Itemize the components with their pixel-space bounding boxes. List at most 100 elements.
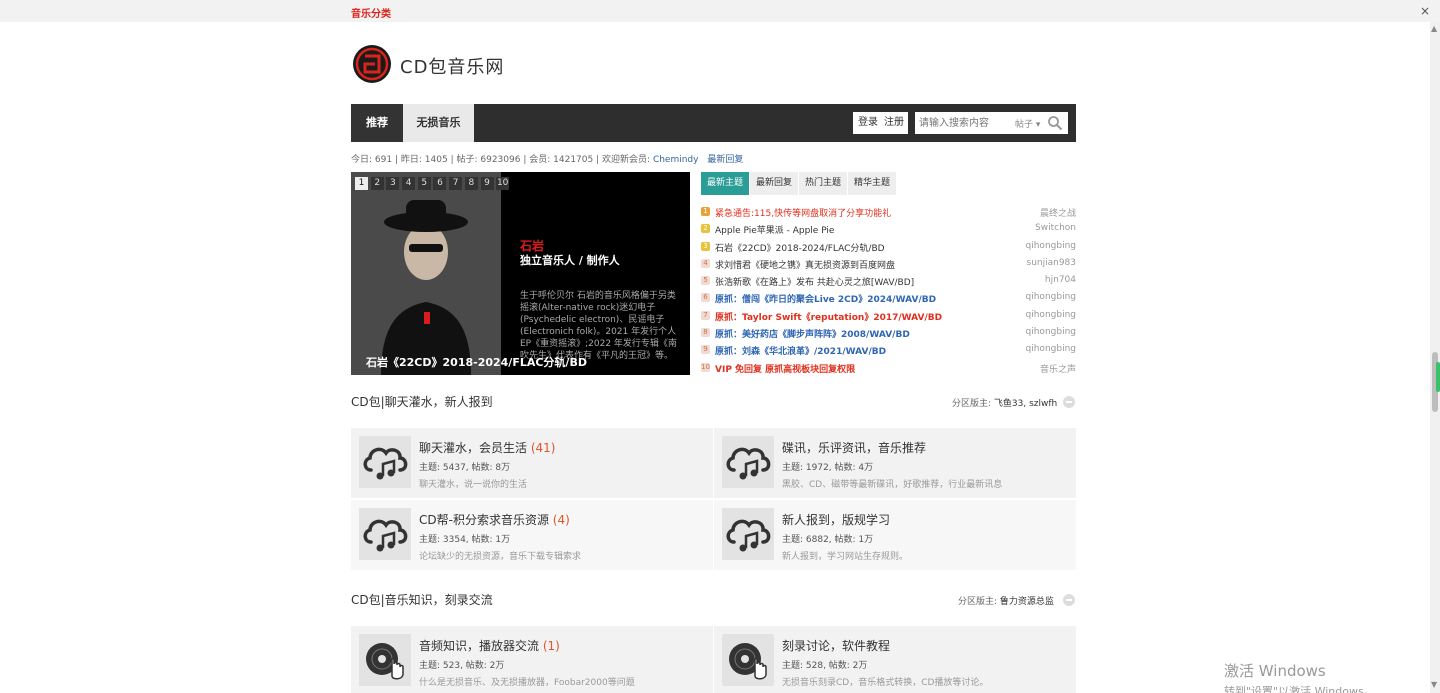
tab-recommend[interactable]: 推荐 [351, 104, 403, 142]
search-type-select[interactable]: 帖子 ▾ [1015, 117, 1040, 130]
thread-title[interactable]: 石岩《22CD》2018-2024/FLAC分轨/BD [715, 241, 885, 254]
tab-latest-replies[interactable]: 最新回复 [750, 172, 799, 195]
music-category-link[interactable]: 音乐分类 [351, 5, 391, 20]
thread-author[interactable]: hjn704 [1045, 275, 1076, 285]
thread-item[interactable]: 4 求刘惜君《硬地之镌》真无损资源到百度网盘 sunjian983 [701, 257, 1076, 274]
disc-hand-icon[interactable] [359, 634, 411, 686]
forum-title[interactable]: 聊天灌水，会员生活 [419, 441, 527, 455]
forum-board[interactable]: CD帮-积分索求音乐资源 (4) 主题: 3354, 帖数: 1万 论坛缺少的无损资… [351, 500, 713, 570]
tab-lossless-music[interactable]: 无损音乐 [403, 104, 474, 142]
thread-author[interactable]: 晨终之战 [1040, 206, 1076, 219]
forum-title[interactable]: 刻录讨论，软件教程 [782, 639, 890, 653]
cloud-music-icon[interactable] [722, 508, 774, 560]
thread-author[interactable]: qihongbing [1026, 310, 1076, 320]
thread-author[interactable]: Switchon [1035, 223, 1076, 233]
thread-author[interactable]: qihongbing [1026, 292, 1076, 302]
thread-author[interactable]: qihongbing [1026, 327, 1076, 337]
site-logo[interactable] [352, 44, 392, 84]
thread-author[interactable]: qihongbing [1026, 241, 1076, 251]
cloud-music-icon[interactable] [722, 436, 774, 488]
thread-title[interactable]: 原抓：僧闯《昨日的聚会Live 2CD》2024/WAV/BD [715, 292, 936, 305]
forum-board[interactable]: 刻录讨论，软件教程 主题: 528, 帖数: 2万 无损音乐刻录CD，音乐格式转换… [714, 626, 1076, 693]
members-count: 1421705 [553, 155, 594, 165]
forum-name[interactable]: 聊天灌水，会员生活 (41) [419, 439, 555, 456]
featured-slider[interactable]: 1 2 3 4 5 6 7 8 9 10 石岩 独立音乐人 / 制作人 生于呼伦… [351, 172, 690, 375]
thread-title[interactable]: 紧急通告:115,快传等网盘取消了分享功能礼 [715, 206, 891, 219]
thread-title[interactable]: 求刘惜君《硬地之镌》真无损资源到百度网盘 [715, 258, 895, 271]
forum-name[interactable]: 音频知识，播放器交流 (1) [419, 637, 560, 654]
thread-author[interactable]: 音乐之声 [1040, 362, 1076, 375]
thread-title[interactable]: 原抓：刘森《华北浪革》/2021/WAV/BD [715, 344, 886, 357]
slider-page-8[interactable]: 8 [464, 177, 478, 190]
login-link[interactable]: 登录 [858, 112, 878, 134]
thread-title[interactable]: Apple Pie苹果派 - Apple Pie [715, 223, 834, 236]
search-input[interactable] [915, 112, 1013, 134]
slider-page-4[interactable]: 4 [402, 177, 416, 190]
collapse-icon[interactable] [1063, 396, 1075, 408]
thread-item[interactable]: 3 石岩《22CD》2018-2024/FLAC分轨/BD qihongbing [701, 240, 1076, 257]
scroll-up-icon[interactable]: ▲ [1431, 24, 1437, 33]
disc-hand-icon[interactable] [722, 634, 774, 686]
forum-title[interactable]: 碟讯，乐评资讯，音乐推荐 [782, 441, 926, 455]
new-member-link[interactable]: Chemindy [653, 155, 699, 165]
slider-page-6[interactable]: 6 [433, 177, 447, 190]
cloud-music-icon[interactable] [359, 508, 411, 560]
thread-item[interactable]: 10 VIP 免回复 原抓高视板块回复权限 音乐之声 [701, 361, 1076, 378]
section-title-chat[interactable]: CD包|聊天灌水，新人报到 [351, 393, 493, 410]
tab-digest-threads[interactable]: 精华主题 [848, 172, 897, 195]
thread-item[interactable]: 7 原抓：Taylor Swift《reputation》2017/WAV/BD q… [701, 309, 1076, 326]
section-title-knowledge[interactable]: CD包|音乐知识，刻录交流 [351, 591, 493, 608]
moderator-names[interactable]: 鲁力资源总监 [1000, 597, 1054, 607]
scroll-down-icon[interactable]: ▼ [1431, 680, 1437, 689]
artist-photo [351, 172, 501, 375]
forum-board[interactable]: 碟讯，乐评资讯，音乐推荐 主题: 1972, 帖数: 4万 黑胶、CD、磁带等最新… [714, 428, 1076, 498]
thread-author[interactable]: sunjian983 [1027, 258, 1077, 268]
new-post-count: (41) [530, 441, 556, 455]
tab-hot-threads[interactable]: 热门主题 [799, 172, 848, 195]
moderator-label: 分区版主: [958, 597, 1000, 607]
thread-rank-badge: 8 [701, 328, 710, 338]
thread-title[interactable]: 原抓：Taylor Swift《reputation》2017/WAV/BD [715, 310, 942, 323]
thread-item[interactable]: 2 Apple Pie苹果派 - Apple Pie Switchon [701, 222, 1076, 239]
slider-caption[interactable]: 石岩《22CD》2018-2024/FLAC分轨/BD [366, 354, 587, 370]
forum-name[interactable]: 新人报到，版规学习 [782, 511, 890, 528]
forum-board[interactable]: 音频知识，播放器交流 (1) 主题: 523, 帖数: 2万 什么是无损音乐、及无损… [351, 626, 713, 693]
slider-page-5[interactable]: 5 [417, 177, 431, 190]
thread-rank-badge: 9 [701, 345, 710, 355]
forum-title[interactable]: CD帮-积分索求音乐资源 [419, 513, 549, 527]
forum-title[interactable]: 音频知识，播放器交流 [419, 639, 539, 653]
moderator-names[interactable]: 飞鱼33, szlwfh [994, 399, 1057, 409]
latest-reply-link[interactable]: 最新回复 [707, 155, 743, 165]
thread-item[interactable]: 6 原抓：僧闯《昨日的聚会Live 2CD》2024/WAV/BD qihongbi… [701, 291, 1076, 308]
thread-author[interactable]: qihongbing [1026, 344, 1076, 354]
page-scrollbar[interactable]: ▲ ▼ [1430, 22, 1440, 693]
slider-page-7[interactable]: 7 [449, 177, 463, 190]
forum-board[interactable]: 聊天灌水，会员生活 (41) 主题: 5437, 帖数: 8万 聊天灌水，说一说你的… [351, 428, 713, 498]
slider-page-9[interactable]: 9 [480, 177, 494, 190]
slider-page-3[interactable]: 3 [386, 177, 400, 190]
search-icon[interactable] [1047, 115, 1063, 131]
thread-item[interactable]: 5 张浩新歌《在路上》发布 共赴心灵之旅[WAV/BD] hjn704 [701, 274, 1076, 291]
thread-rank-badge: 1 [701, 207, 710, 216]
slider-page-1[interactable]: 1 [355, 177, 368, 190]
thread-panel: 最新主题 最新回复 热门主题 精华主题 1 紧急通告:115,快传等网盘取消了分享… [701, 172, 1076, 377]
slider-page-10[interactable]: 10 [496, 177, 510, 190]
thread-title[interactable]: VIP 免回复 原抓高视板块回复权限 [715, 362, 855, 375]
cloud-music-icon[interactable] [359, 436, 411, 488]
register-link[interactable]: 注册 [884, 112, 904, 134]
collapse-icon[interactable] [1063, 594, 1075, 606]
close-icon[interactable]: × [1420, 4, 1430, 18]
forum-board[interactable]: 新人报到，版规学习 主题: 6882, 帖数: 1万 新人报到，学习网站生存规则。 [714, 500, 1076, 570]
forum-name[interactable]: CD帮-积分索求音乐资源 (4) [419, 511, 570, 528]
thread-item[interactable]: 9 原抓：刘森《华北浪革》/2021/WAV/BD qihongbing [701, 343, 1076, 360]
forum-title[interactable]: 新人报到，版规学习 [782, 513, 890, 527]
search-box: 帖子 ▾ [915, 112, 1068, 134]
slider-page-2[interactable]: 2 [370, 177, 384, 190]
thread-title[interactable]: 张浩新歌《在路上》发布 共赴心灵之旅[WAV/BD] [715, 275, 914, 288]
thread-item[interactable]: 1 紧急通告:115,快传等网盘取消了分享功能礼 晨终之战 [701, 205, 1076, 222]
tab-latest-threads[interactable]: 最新主题 [701, 172, 750, 195]
thread-title[interactable]: 原抓：美好药店《脚步声阵阵》2008/WAV/BD [715, 327, 910, 340]
forum-name[interactable]: 碟讯，乐评资讯，音乐推荐 [782, 439, 926, 456]
forum-name[interactable]: 刻录讨论，软件教程 [782, 637, 890, 654]
thread-item[interactable]: 8 原抓：美好药店《脚步声阵阵》2008/WAV/BD qihongbing [701, 326, 1076, 343]
